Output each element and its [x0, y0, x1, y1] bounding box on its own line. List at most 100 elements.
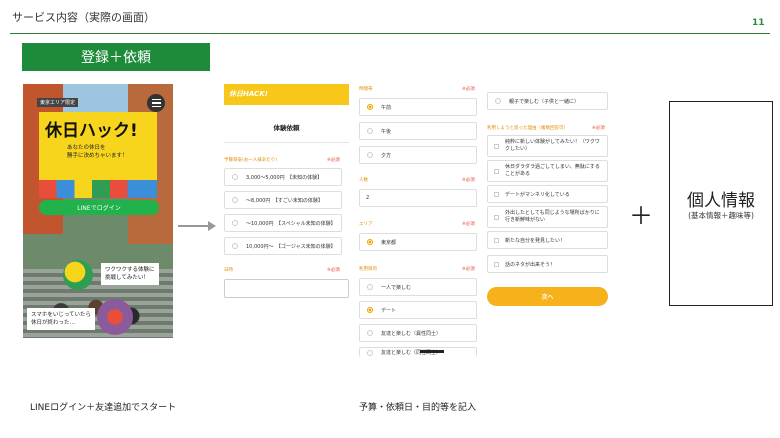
reason-checkbox[interactable]: 外出したとしても同じような場所ばかりに行き新鮮味がない: [487, 206, 608, 228]
checkbox-icon: [494, 237, 499, 243]
purpose-option[interactable]: 友達と楽しむ（同性同士）: [359, 347, 477, 357]
reason-checkbox[interactable]: デートがマンネリ化している: [487, 185, 608, 203]
divider: [224, 142, 349, 143]
purpose-label: 利用目的: [359, 267, 377, 272]
area-option[interactable]: 東京都: [359, 233, 477, 251]
page-number: 11: [752, 18, 765, 28]
form-title: 体験依頼: [273, 124, 300, 132]
time-label: 時間帯: [359, 87, 373, 92]
checkbox-icon: [494, 214, 499, 220]
option-label: 午前: [381, 104, 392, 111]
radio-icon: [367, 349, 373, 356]
area-label: エリア: [359, 222, 373, 227]
option-label: 〜10,000円 【スペシャル未知の体験】: [246, 220, 336, 227]
budget-label: 予算目安(お一人様あたり): [224, 158, 278, 163]
required-mark: ※必須: [592, 126, 605, 131]
radio-icon: [367, 128, 373, 134]
radio-icon: [232, 197, 238, 203]
purpose-option[interactable]: デート: [359, 301, 477, 319]
people-input[interactable]: 2: [359, 189, 477, 207]
checkbox-icon: [494, 143, 499, 149]
activity-photo: [63, 260, 93, 290]
radio-selected-icon: [367, 307, 373, 313]
required-mark: ※必須: [462, 178, 475, 183]
radio-selected-icon: [367, 239, 373, 245]
next-button[interactable]: 次へ: [487, 287, 608, 306]
header-divider: [10, 33, 770, 34]
required-mark: ※必須: [462, 87, 475, 92]
budget-option[interactable]: 〜8,000円 【すごい未知の体験】: [224, 191, 342, 209]
line-login-button[interactable]: LINEでログイン: [39, 200, 159, 215]
hamburger-menu-icon[interactable]: [147, 94, 165, 112]
date-label: 日時: [224, 268, 233, 273]
option-label: 純粋に新しい体験がしてみたい！（ワクワクしたい）: [505, 139, 600, 152]
required-mark: ※必須: [327, 158, 340, 163]
date-input[interactable]: [224, 279, 349, 298]
arrow-right-icon: [208, 221, 216, 231]
slide-title: サービス内容（実際の画面）: [12, 11, 155, 24]
budget-option[interactable]: 3,000〜5,000円 【未知の体験】: [224, 168, 342, 186]
checkbox-icon: [494, 191, 499, 197]
redaction-bar: [420, 350, 444, 353]
time-option[interactable]: 午前: [359, 98, 477, 116]
option-label: 外出したとしても同じような場所ばかりに行き新鮮味がない: [505, 210, 600, 223]
personal-info-subtitle: (基本情報＋趣味等): [688, 211, 754, 220]
radio-icon: [367, 284, 373, 290]
app-logo: 休日ハック!: [45, 121, 138, 141]
option-label: 〜8,000円 【すごい未知の体験】: [246, 197, 323, 204]
option-label: 新たな自分を発見したい！: [505, 237, 566, 244]
catch-line: あなたの休日を: [67, 145, 106, 151]
option-label: デート: [381, 307, 397, 314]
option-label: 10,000円〜 【ゴージャス未知の体験】: [246, 243, 336, 250]
option-label: 東京都: [381, 239, 397, 246]
flow-arrow: [178, 225, 210, 227]
town-illustration: [39, 180, 157, 198]
catch-line: 勝手に決めちゃいます！: [67, 153, 128, 159]
radio-icon: [232, 174, 238, 180]
reason-checkbox[interactable]: 話のネタが出来そう！: [487, 255, 608, 273]
option-label: 午後: [381, 128, 392, 135]
bubble-line: 休日が終わった…: [31, 320, 76, 326]
radio-icon: [367, 152, 373, 158]
required-mark: ※必須: [327, 268, 340, 273]
required-mark: ※必須: [462, 222, 475, 227]
bubble-line: スマホをいじっていたら: [31, 312, 92, 318]
plus-icon: ＋: [629, 202, 653, 230]
purpose-option[interactable]: 一人で楽しむ: [359, 278, 477, 296]
option-label: デートがマンネリ化している: [505, 191, 570, 198]
purpose-option[interactable]: 友達と楽しむ（異性同士）: [359, 324, 477, 342]
radio-icon: [232, 243, 238, 249]
option-label: 話のネタが出来そう！: [505, 261, 556, 268]
reason-checkbox[interactable]: 休日ダラダラ過ごしてしまい、無駄にすることがある: [487, 160, 608, 182]
budget-option[interactable]: 〜10,000円 【スペシャル未知の体験】: [224, 214, 342, 232]
landing-screenshot: 東京エリア限定 休日ハック! あなたの休日を 勝手に決めちゃいます！ LINEで…: [23, 84, 173, 338]
speech-bubble: スマホをいじっていたら 休日が終わった…: [27, 308, 96, 330]
radio-selected-icon: [367, 104, 373, 110]
reason-checkbox[interactable]: 新たな自分を発見したい！: [487, 231, 608, 249]
option-label: 3,000〜5,000円 【未知の体験】: [246, 174, 323, 181]
time-option[interactable]: 午後: [359, 122, 477, 140]
radio-icon: [232, 220, 238, 226]
header-logo: 休日HACK!: [229, 90, 268, 98]
required-mark: ※必須: [462, 267, 475, 272]
hero-catchcopy: あなたの休日を 勝手に決めちゃいます！: [67, 144, 128, 160]
option-label: 一人で楽しむ: [381, 284, 412, 291]
area-badge: 東京エリア限定: [37, 98, 79, 107]
caption-right: 予算・依頼日・目的等を記入: [359, 403, 477, 413]
checkbox-icon: [494, 261, 499, 267]
option-label: 親子で楽しむ（子供と一緒に）: [509, 98, 580, 105]
option-label: 夕方: [381, 152, 392, 159]
option-label: 友達と楽しむ（異性同士）: [381, 330, 442, 337]
activity-photo: [97, 299, 133, 335]
reason-label: 利用しようと思った理由（複数回答可）: [487, 126, 568, 131]
personal-info-title: 個人情報: [687, 191, 755, 211]
radio-icon: [367, 330, 373, 336]
purpose-option[interactable]: 親子で楽しむ（子供と一緒に）: [487, 92, 608, 110]
reason-checkbox[interactable]: 純粋に新しい体験がしてみたい！（ワクワクしたい）: [487, 135, 608, 157]
bubble-line: 挑戦してみたい！: [105, 275, 149, 281]
bubble-line: ワクワクする体験に: [105, 267, 155, 273]
budget-option[interactable]: 10,000円〜 【ゴージャス未知の体験】: [224, 237, 342, 255]
section-label: 登録＋依頼: [22, 43, 210, 71]
time-option[interactable]: 夕方: [359, 146, 477, 164]
checkbox-icon: [494, 168, 499, 174]
